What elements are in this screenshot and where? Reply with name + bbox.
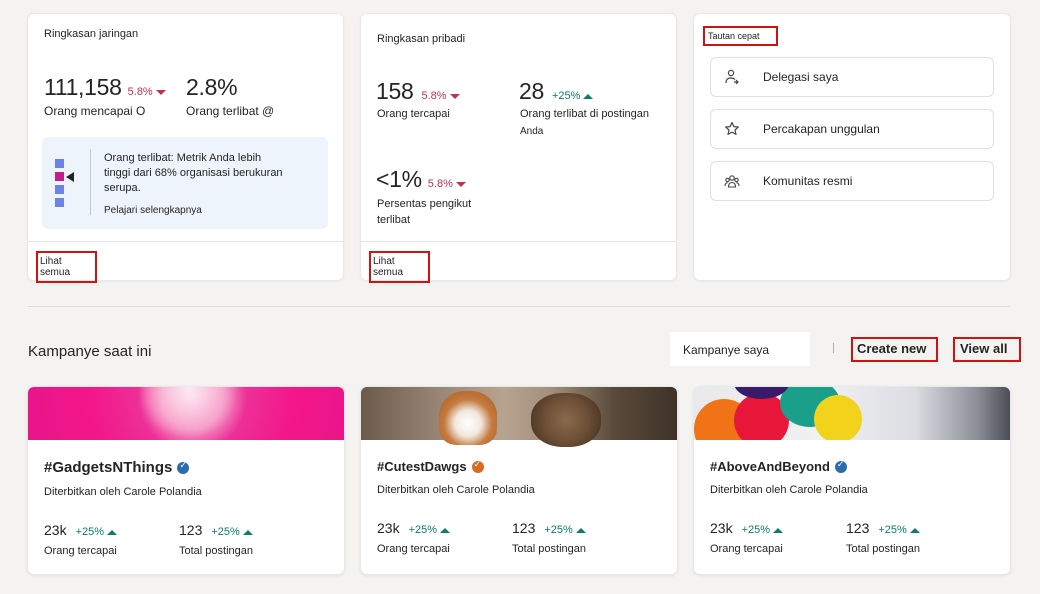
insight-chart-icon (55, 159, 77, 207)
learn-more-link[interactable]: Pelajari selengkapnya (104, 205, 202, 216)
personal-reach-label: Orang tercapai (377, 108, 450, 120)
quick-links-card: Tautan cepat Delegasi saya Percakapan un… (694, 14, 1010, 280)
campaign-posts-label: Total postingan (512, 543, 586, 555)
quick-link-label: Percakapan unggulan (763, 122, 880, 136)
quick-link-label: Delegasi saya (763, 70, 839, 84)
network-reach-change: 5.8% (127, 86, 153, 98)
campaign-posts-value: 123 (846, 520, 870, 536)
campaign-reach-value: 23k (377, 520, 400, 536)
campaign-posts-value: 123 (512, 520, 536, 536)
campaign-author: Diterbitkan oleh Carole Polandia (377, 484, 535, 496)
campaign-cover-image (28, 387, 344, 440)
insight-box: Orang terlibat: Metrik Anda lebih tinggi… (42, 137, 328, 229)
follower-engaged-change: 5.8% (427, 178, 453, 190)
trend-up-icon (909, 528, 920, 533)
campaign-reach-label: Orang tercapai (377, 543, 450, 555)
personal-engaged-label: Orang terlibat di postingan (520, 108, 650, 120)
trend-up-icon (440, 528, 451, 533)
quick-link-label: Komunitas resmi (763, 174, 853, 188)
verified-badge-icon (471, 459, 484, 473)
personal-summary-card: Ringkasan pribadi 158 5.8% Orang tercapa… (361, 14, 676, 283)
view-all-button[interactable]: View all (953, 337, 1021, 362)
campaign-reach-label: Orang tercapai (44, 545, 117, 557)
trend-up-icon (107, 530, 118, 535)
personal-reach-value: 158 (376, 78, 414, 104)
campaign-card-above[interactable]: #AboveAndBeyond Diterbitkan oleh Carole … (694, 387, 1010, 574)
campaign-author: Diterbitkan oleh Carole Polandia (44, 486, 202, 498)
trend-down-icon (155, 90, 166, 95)
campaign-title: #AboveAndBeyond (710, 459, 830, 474)
trend-up-icon (773, 528, 784, 533)
campaign-reach-change: +25% (408, 524, 438, 536)
verified-badge-icon (834, 459, 847, 473)
trend-up-icon (242, 530, 253, 535)
star-icon (723, 120, 741, 138)
network-see-all-link[interactable]: Lihat semua (36, 251, 97, 283)
personal-engaged-change: +25% (551, 90, 581, 102)
campaign-cover-image (694, 387, 1010, 440)
personal-reach-change: 5.8% (421, 90, 447, 102)
trend-down-icon (455, 182, 466, 187)
create-new-button[interactable]: Create new (851, 337, 938, 362)
verified-badge-icon (177, 460, 190, 474)
campaign-card-dawgs[interactable]: #CutestDawgs Diterbitkan oleh Carole Pol… (361, 387, 677, 574)
trend-up-icon (575, 528, 586, 533)
network-reach-label: Orang mencapai O (44, 104, 146, 118)
campaigns-title: Kampanye saat ini (28, 343, 152, 360)
follower-engaged-value: <1% (376, 166, 422, 192)
campaign-reach-change: +25% (741, 524, 771, 536)
campaign-title: #CutestDawgs (377, 459, 467, 474)
section-divider (28, 306, 1010, 307)
campaign-cover-image (361, 387, 677, 447)
network-summary-card: Ringkasan jaringan 111,158 5.8% Orang me… (28, 14, 343, 283)
campaign-filter-dropdown[interactable]: Kampanye saya (670, 332, 810, 366)
campaign-author: Diterbitkan oleh Carole Polandia (710, 484, 868, 496)
campaign-posts-label: Total postingan (846, 543, 920, 555)
campaign-posts-label: Total postingan (179, 545, 253, 557)
community-icon (723, 172, 741, 190)
campaign-reach-change: +25% (75, 526, 105, 538)
network-summary-title: Ringkasan jaringan (44, 28, 139, 40)
follower-engaged-label: Persentas pengikut terlibat (377, 198, 472, 226)
delegate-icon (723, 68, 741, 86)
campaign-reach-value: 23k (710, 520, 733, 536)
network-engaged-label: Orang terlibat @ (186, 104, 275, 118)
campaign-posts-change: +25% (211, 526, 240, 538)
personal-see-all-link[interactable]: Lihat semua (369, 251, 430, 283)
campaign-reach-label: Orang tercapai (710, 543, 783, 555)
campaign-posts-change: +25% (544, 524, 573, 536)
campaign-card-gadgets[interactable]: #GadgetsNThings Diterbitkan oleh Carole … (28, 387, 344, 574)
quick-link-delegates[interactable]: Delegasi saya (710, 57, 994, 97)
insight-text: Orang terlibat: Metrik Anda lebih tinggi… (104, 152, 283, 194)
personal-summary-title: Ringkasan pribadi (377, 33, 466, 45)
quick-link-official-communities[interactable]: Komunitas resmi (710, 161, 994, 201)
network-reach-value: 111,158 (44, 74, 122, 100)
campaign-reach-value: 23k (44, 522, 67, 538)
personal-engaged-sublabel: Anda (520, 126, 544, 137)
network-engaged-value: 2.8% (186, 74, 238, 100)
trend-up-icon (583, 94, 594, 99)
campaign-posts-value: 123 (179, 522, 203, 538)
header-separator (833, 343, 834, 353)
personal-engaged-value: 28 (519, 78, 544, 104)
campaign-title: #GadgetsNThings (44, 459, 173, 476)
trend-down-icon (449, 94, 460, 99)
campaign-posts-change: +25% (878, 524, 907, 536)
campaign-filter-label: Kampanye saya (683, 343, 770, 357)
quick-links-title: Tautan cepat (703, 26, 778, 46)
quick-link-featured-conversations[interactable]: Percakapan unggulan (710, 109, 994, 149)
